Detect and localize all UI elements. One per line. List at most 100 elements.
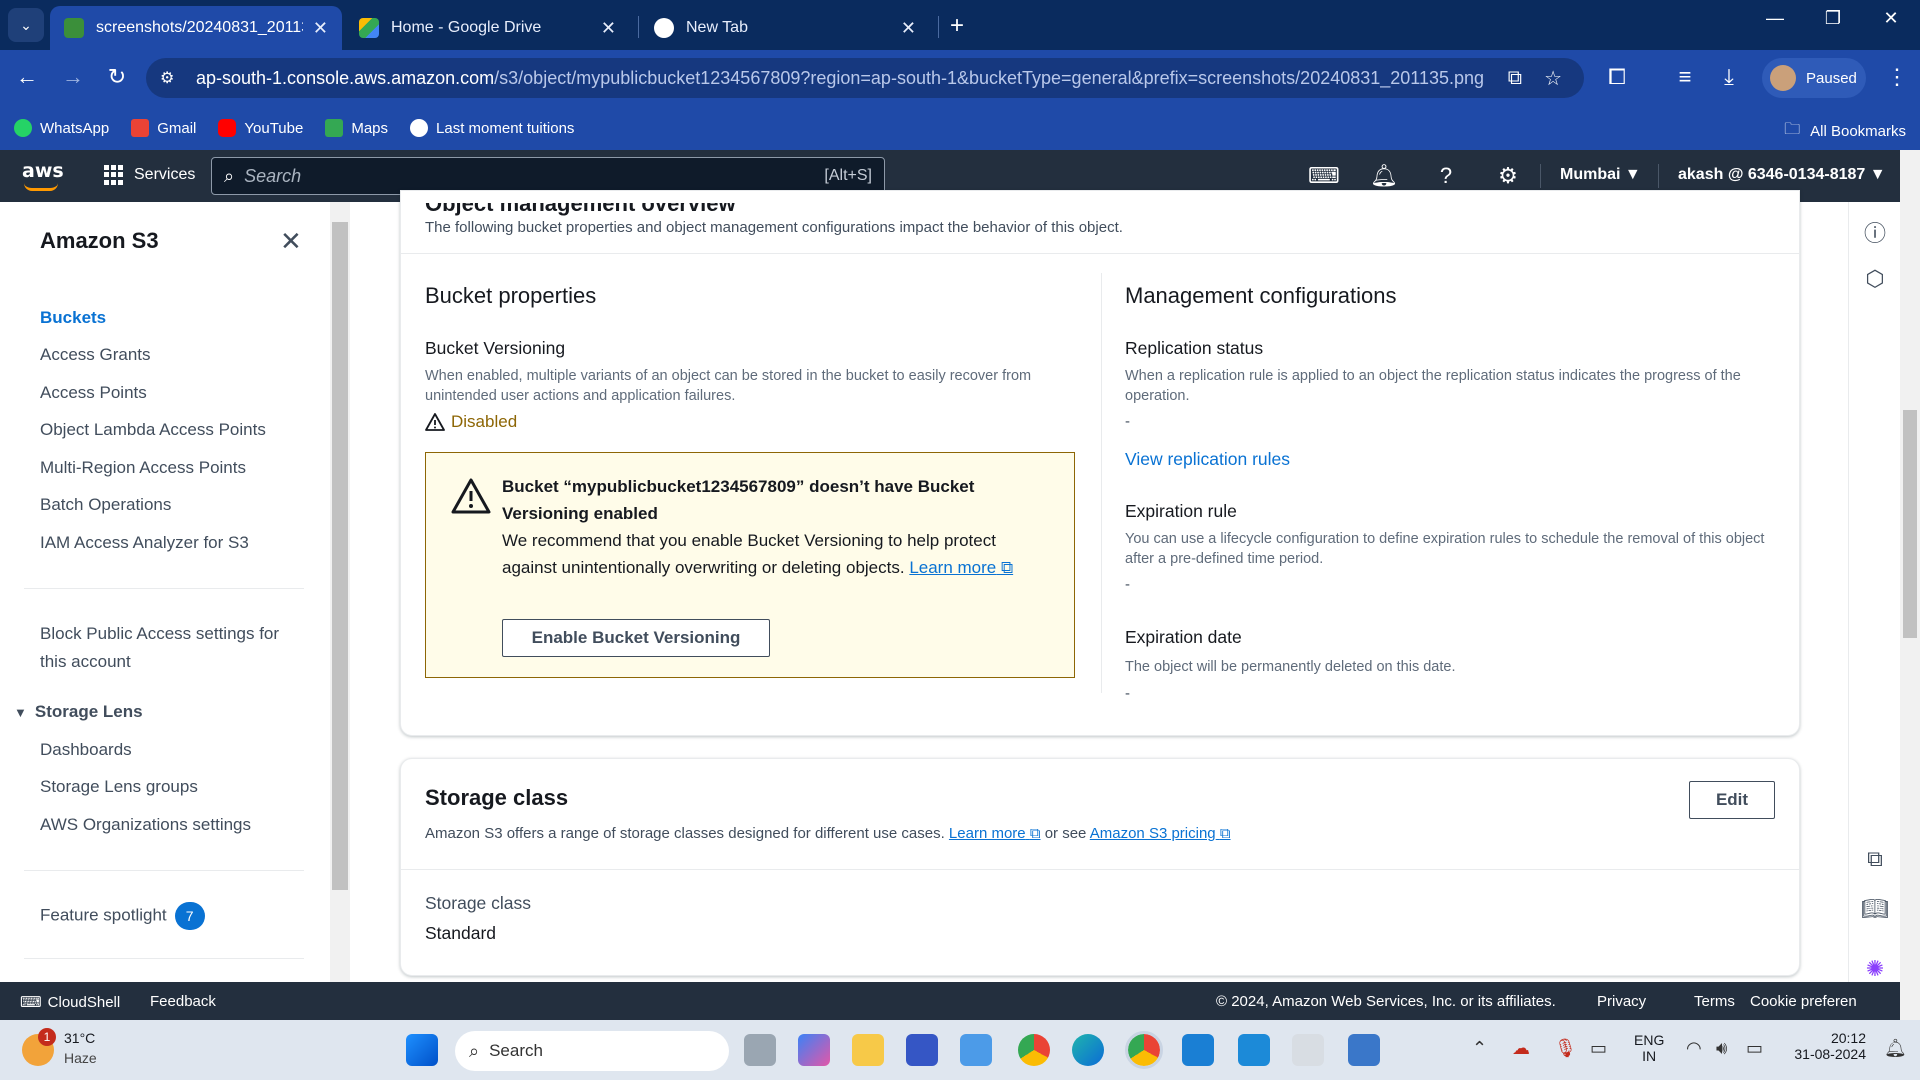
restore-icon[interactable]: ❐ [1808,8,1858,29]
clock[interactable]: 20:12 31-08-2024 [1790,1030,1866,1062]
close-icon[interactable]: ✕ [280,226,302,257]
file-explorer-icon[interactable] [852,1034,884,1066]
edge-icon[interactable] [1072,1034,1104,1066]
chrome-active-icon[interactable] [1125,1031,1163,1069]
cloud-sync-icon[interactable]: ☁ [1512,1038,1530,1059]
new-tab-button[interactable]: + [950,12,964,40]
translate-icon[interactable]: ⧉ [1508,67,1522,90]
sidenav-item-storage-lens-groups[interactable]: Storage Lens groups [40,777,198,797]
battery-icon[interactable]: ▭ [1746,1038,1763,1059]
sidenav-item-object-lambda[interactable]: Object Lambda Access Points [40,420,266,440]
aws-logo[interactable]: aws [22,160,64,191]
sidenav-item-block-public-access[interactable]: Block Public Access settings for this ac… [40,620,310,676]
cloudshell-footer-button[interactable]: ⌨ CloudShell [20,993,120,1011]
profile-button[interactable]: Paused [1762,58,1866,98]
feedback-link[interactable]: Feedback [150,993,216,1010]
chevron-up-icon[interactable]: ⌃ [1472,1038,1487,1059]
services-menu[interactable]: Services [104,165,195,185]
translate-icon[interactable]: ⧉ [1861,846,1889,872]
s3-pricing-link[interactable]: Amazon S3 pricing ⧉ [1090,825,1231,842]
reader-icon[interactable]: 📖︎ [1861,896,1889,922]
sidenav-item-buckets[interactable]: Buckets [40,308,106,328]
python-icon[interactable] [1348,1034,1380,1066]
chrome-icon[interactable] [1018,1034,1050,1066]
scrollbar-thumb[interactable] [1903,410,1917,638]
settings-gear-icon[interactable]: ⚙ [1494,163,1522,189]
notification-bell-icon[interactable]: 🔔︎ [1884,1038,1907,1059]
sidenav-item-iam-access-analyzer[interactable]: IAM Access Analyzer for S3 [40,533,249,553]
forward-icon[interactable]: → [58,64,88,90]
sidenav-item-batch-operations[interactable]: Batch Operations [40,495,171,515]
learn-more-link[interactable]: Learn more ⧉ [909,558,1013,577]
edit-button[interactable]: Edit [1689,781,1775,819]
region-selector[interactable]: Mumbai ▼ [1560,166,1641,184]
media-queue-icon[interactable]: ≡ [1670,64,1700,90]
terms-link[interactable]: Terms [1694,993,1735,1010]
cookie-preferences-link[interactable]: Cookie preferen [1750,993,1857,1010]
language-indicator[interactable]: ENG IN [1634,1032,1664,1064]
storage-class-description: Amazon S3 offers a range of storage clas… [425,825,1231,842]
sidenav-item-access-grants[interactable]: Access Grants [40,345,151,365]
notepad-icon[interactable] [1238,1034,1270,1066]
snipping-tool-icon[interactable] [1292,1034,1324,1066]
bookmark-star-icon[interactable]: ☆ [1544,66,1562,91]
sidenav-scrollbar[interactable] [330,202,350,982]
download-icon[interactable]: ⤓ [1714,64,1744,90]
aws-logo-text: aws [22,160,64,182]
sidenav-item-access-points[interactable]: Access Points [40,383,147,403]
windows-start-icon[interactable] [406,1034,438,1066]
address-bar[interactable]: ⚙ ap-south-1.console.aws.amazon.com/s3/o… [146,58,1584,98]
account-menu[interactable]: akash @ 6346-0134-8187 ▼ [1678,166,1886,184]
privacy-link[interactable]: Privacy [1597,993,1646,1010]
enable-versioning-button[interactable]: Enable Bucket Versioning [502,619,770,657]
back-icon[interactable]: ← [12,64,42,90]
bookmark-gmail[interactable]: Gmail [131,119,196,137]
notifications-icon[interactable]: 🔔︎ [1370,163,1398,189]
sidenav-item-organizations-settings[interactable]: AWS Organizations settings [40,815,251,835]
keyboard-layout-icon[interactable]: ▭ [1590,1038,1607,1059]
window-close-icon[interactable]: ✕ [1866,8,1916,29]
microphone-icon[interactable]: 🎙︎ [1554,1038,1577,1059]
more-menu-icon[interactable]: ⋮ [1882,64,1912,90]
reload-icon[interactable]: ↻ [102,64,132,90]
aws-smile-icon [24,183,58,191]
extensions-icon[interactable]: ⧠ [1602,64,1632,90]
sidenav-item-multi-region[interactable]: Multi-Region Access Points [40,458,246,478]
wifi-icon[interactable]: ◠ [1686,1038,1702,1059]
page-scrollbar[interactable] [1900,150,1920,1020]
close-tab-icon[interactable]: ✕ [901,18,916,39]
ai-assistant-icon[interactable]: ✺ [1861,956,1889,982]
info-icon[interactable]: ⓘ [1861,216,1889,248]
bookmark-maps[interactable]: Maps [325,119,388,137]
sidenav-item-dashboards[interactable]: Dashboards [40,740,132,760]
bookmark-whatsapp[interactable]: WhatsApp [14,119,109,137]
copilot-icon[interactable] [798,1034,830,1066]
browser-tab[interactable]: New Tab ✕ [640,6,930,50]
tab-search-button[interactable]: ⌄ [8,8,44,42]
vscode-icon[interactable] [1182,1034,1214,1066]
learn-more-link[interactable]: Learn more ⧉ [949,825,1041,842]
browser-tab-active[interactable]: screenshots/20240831_201135. ✕ [50,6,342,50]
cloudshell-icon[interactable]: ⌨ [1308,163,1340,189]
taskbar-search[interactable]: ⌕ Search [455,1031,729,1071]
volume-icon[interactable]: 🔊︎ [1716,1038,1727,1059]
s3-side-navigation: Amazon S3 ✕ Buckets Access Grants Access… [0,202,330,982]
browser-tab[interactable]: Home - Google Drive ✕ [345,6,630,50]
close-tab-icon[interactable]: ✕ [601,18,616,39]
security-hub-icon[interactable]: ⬡ [1861,266,1889,292]
bookmark-last-moment-tuitions[interactable]: Last moment tuitions [410,119,574,137]
scrollbar-thumb[interactable] [332,222,348,890]
microsoft-store-icon[interactable] [960,1034,992,1066]
bookmark-youtube[interactable]: YouTube [218,119,303,137]
tab-title: Home - Google Drive [391,19,542,36]
notes-app-icon[interactable] [906,1034,938,1066]
feature-spotlight-link[interactable]: Feature spotlight 7 [40,902,205,930]
task-view-icon[interactable] [744,1034,776,1066]
minimize-icon[interactable]: — [1750,8,1800,29]
site-info-icon[interactable]: ⚙ [160,68,186,88]
all-bookmarks-button[interactable]: 🗀 All Bookmarks [1784,118,1906,145]
view-replication-rules-link[interactable]: View replication rules [1125,449,1290,470]
storage-lens-section[interactable]: ▼ Storage Lens [14,702,143,722]
help-icon[interactable]: ? [1432,163,1460,189]
close-tab-icon[interactable]: ✕ [313,18,328,39]
